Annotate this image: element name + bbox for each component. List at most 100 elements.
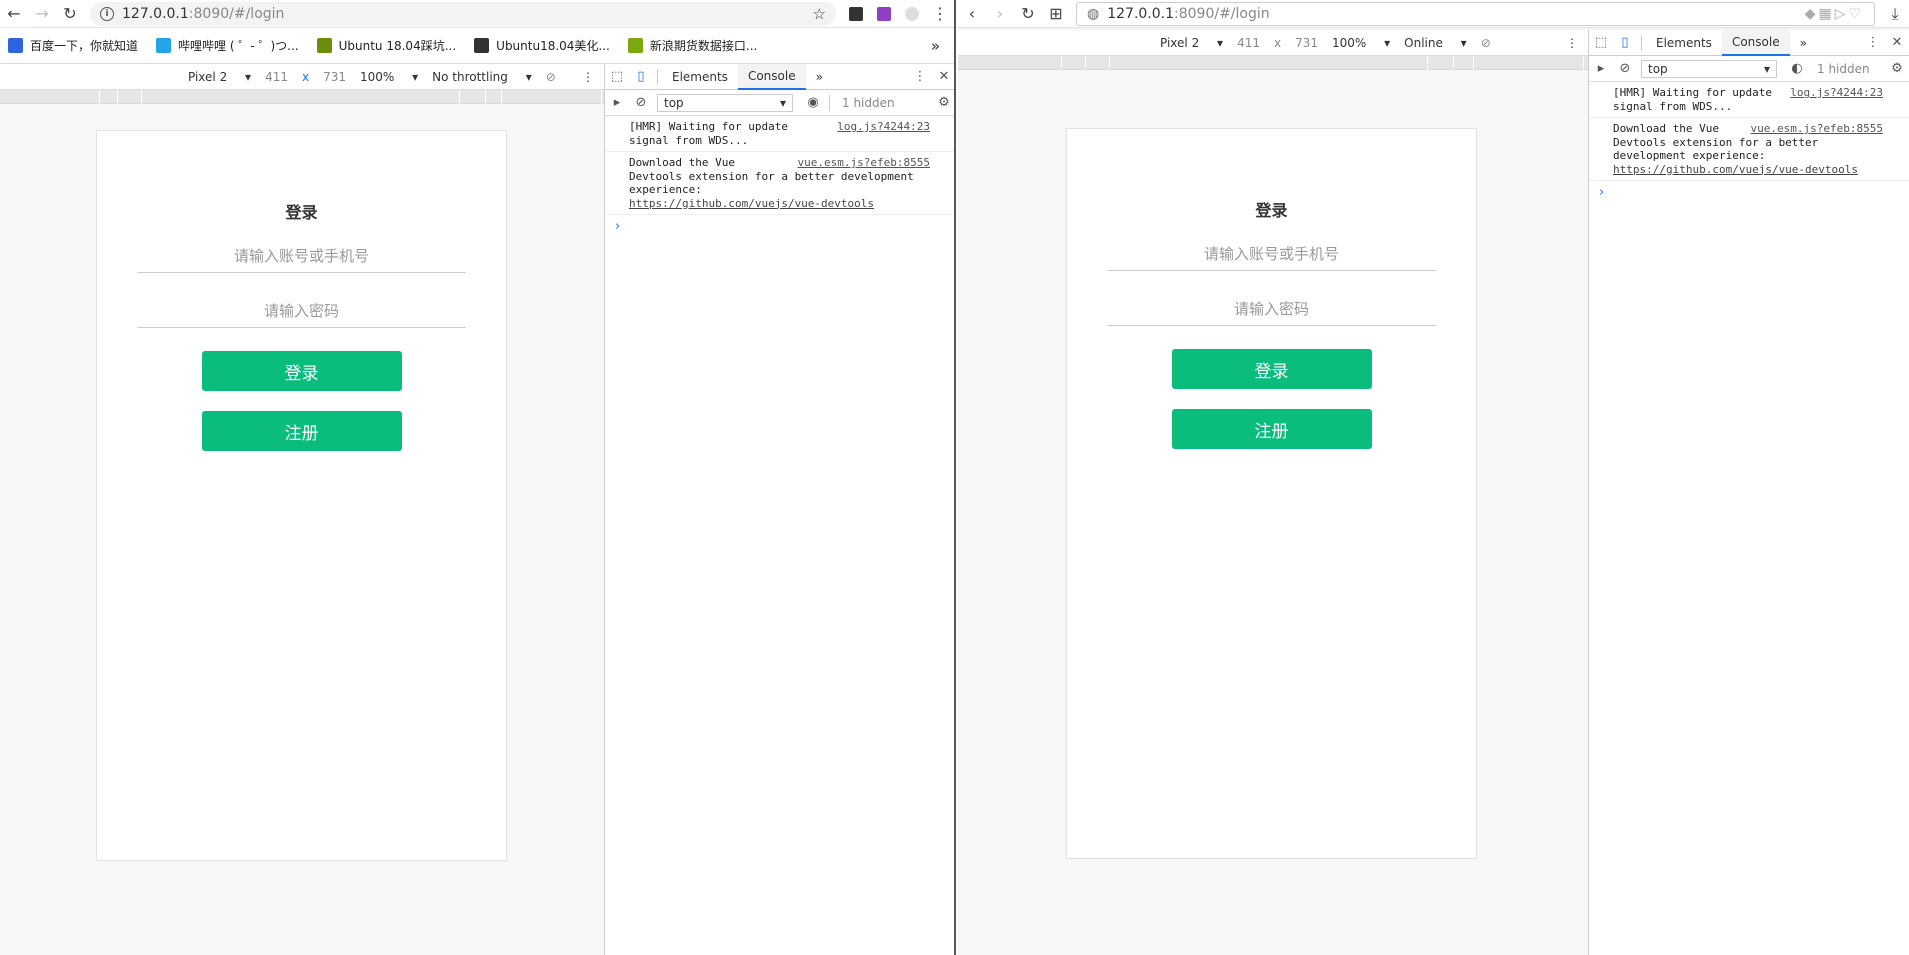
account-input[interactable]	[1107, 237, 1436, 271]
bookmark-item[interactable]: 哔哩哔哩 ( ゜- ゜)つ...	[156, 37, 299, 54]
zoom-select[interactable]: 100% ▾	[360, 70, 418, 84]
rotate-icon[interactable]: ⊘	[546, 70, 556, 84]
console-source-link[interactable]: log.js?4244:23	[1790, 86, 1883, 100]
extension-x-icon[interactable]	[849, 6, 863, 21]
url-field[interactable]: i 127.0.0.1:8090/#/login ☆	[90, 1, 836, 26]
login-button[interactable]: 登录	[1171, 349, 1372, 389]
device-more-icon[interactable]: ⋮	[1566, 36, 1578, 50]
device-toolbar: Pixel 2 ▾ 411 x 731 100% ▾ Online ▾ ⊘ ⋮	[958, 30, 1588, 56]
device-height[interactable]: 731	[1295, 36, 1318, 50]
context-select[interactable]: top ▾	[1641, 59, 1777, 78]
media-query-bar[interactable]	[0, 90, 604, 104]
bookmarks-more-icon[interactable]: »	[931, 37, 940, 55]
throttle-select[interactable]: Online ▾	[1404, 36, 1467, 50]
devtools-menu-icon[interactable]: ⋮	[908, 65, 932, 89]
console-prompt[interactable]: ›	[605, 215, 954, 238]
reload-icon[interactable]: ↻	[56, 0, 84, 28]
device-height[interactable]: 731	[323, 70, 346, 84]
tabs-more[interactable]: »	[1790, 30, 1817, 56]
eye-icon[interactable]: ◉	[801, 91, 825, 115]
console-prompt[interactable]: ›	[1589, 181, 1909, 204]
clear-console-icon[interactable]: ⊘	[629, 91, 653, 115]
eye-icon[interactable]: ◐	[1785, 57, 1809, 81]
device-more-icon[interactable]: ⋮	[582, 70, 594, 84]
console-source-link[interactable]: vue.esm.js?efeb:8555	[1751, 122, 1883, 136]
tabs-more[interactable]: »	[806, 64, 833, 90]
bookmark-item[interactable]: 百度一下，你就知道	[8, 37, 138, 54]
y-icon	[316, 38, 332, 53]
console-message-link[interactable]: https://github.com/vuejs/vue-devtools	[1613, 163, 1858, 176]
extension-runner-icon[interactable]	[905, 6, 919, 21]
login-button[interactable]: 登录	[201, 351, 402, 391]
context-select[interactable]: top ▾	[657, 93, 793, 112]
throttle-select[interactable]: No throttling ▾	[432, 70, 532, 84]
console-source-link[interactable]: log.js?4244:23	[837, 120, 930, 134]
device-toolbar: Pixel 2 ▾ 411 x 731 100% ▾ No throttling…	[0, 64, 604, 90]
zoom-select[interactable]: 100% ▾	[1332, 36, 1390, 50]
bookmark-label: Ubuntu 18.04踩坑...	[338, 39, 457, 53]
devtools-menu-icon[interactable]: ⋮	[1861, 31, 1885, 55]
devtools-close-icon[interactable]: ✕	[1885, 31, 1909, 55]
hidden-count[interactable]: 1 hidden	[1817, 62, 1870, 76]
tab-console[interactable]: Console	[1721, 29, 1790, 56]
console-message-link[interactable]: https://github.com/vuejs/vue-devtools	[629, 197, 874, 210]
bookmark-item[interactable]: 新浪期货数据接口...	[627, 37, 757, 54]
bookmarks-bar: 百度一下，你就知道 哔哩哔哩 ( ゜- ゜)つ... Ubuntu 18.04踩坑.…	[0, 28, 954, 64]
devtools-panel: ⬚ ▯ Elements Console » ⋮ ✕ ▸ ⊘ top ▾ ◉ 1 …	[604, 63, 954, 955]
console-message: [HMR] Waiting for update signal from WDS…	[605, 116, 954, 152]
right-browser-window: ‹ › ↻ ⊞ ◍ 127.0.0.1:8090/#/login ◆▦▷♡ ⤓ …	[958, 0, 1909, 955]
device-width[interactable]: 411	[1237, 36, 1260, 50]
login-title: 登录	[285, 203, 318, 222]
password-input[interactable]	[137, 294, 466, 328]
console-messages: [HMR] Waiting for update signal from WDS…	[1589, 82, 1909, 181]
tv-icon	[156, 38, 172, 53]
forward-icon[interactable]: →	[28, 0, 56, 28]
info-icon[interactable]: i	[100, 6, 114, 21]
device-select[interactable]: Pixel 2 ▾	[1160, 36, 1223, 50]
inspect-icon[interactable]: ⬚	[605, 65, 629, 89]
address-bar: ← → ↻ i 127.0.0.1:8090/#/login ☆ ⋮	[0, 0, 954, 28]
download-icon[interactable]: ⤓	[1881, 0, 1909, 28]
viewport: 登录 登录 注册	[958, 70, 1588, 955]
device-select[interactable]: Pixel 2 ▾	[188, 70, 251, 84]
media-query-bar[interactable]	[958, 56, 1588, 70]
register-button[interactable]: 注册	[1171, 409, 1372, 449]
console-source-link[interactable]: vue.esm.js?efeb:8555	[798, 156, 930, 170]
forward-icon[interactable]: ›	[986, 0, 1014, 28]
register-button[interactable]: 注册	[201, 411, 402, 451]
sidebar-toggle-icon[interactable]: ▸	[605, 91, 629, 115]
tab-console[interactable]: Console	[737, 63, 806, 90]
account-input[interactable]	[137, 239, 466, 273]
console-settings-icon[interactable]: ⚙	[932, 91, 954, 115]
tab-elements[interactable]: Elements	[1646, 30, 1722, 56]
bookmark-item[interactable]: Ubuntu 18.04踩坑...	[316, 37, 457, 54]
sidebar-toggle-icon[interactable]: ▸	[1589, 57, 1613, 81]
console-message-text: [HMR] Waiting for update signal from WDS…	[1613, 86, 1772, 113]
extension-icons[interactable]: ◆▦▷♡	[1805, 6, 1864, 22]
apps-icon[interactable]: ⊞	[1042, 0, 1070, 28]
bookmark-item[interactable]: Ubuntu18.04美化...	[474, 37, 610, 54]
url-field[interactable]: ◍ 127.0.0.1:8090/#/login ◆▦▷♡	[1076, 1, 1875, 26]
menu-icon[interactable]: ⋮	[926, 0, 954, 28]
back-icon[interactable]: ←	[0, 0, 28, 28]
reload-icon[interactable]: ↻	[1014, 0, 1042, 28]
rotate-icon[interactable]: ⊘	[1481, 36, 1491, 50]
star-icon[interactable]: ☆	[813, 5, 826, 23]
console-toolbar: ▸ ⊘ top ▾ ◐ 1 hidden ⚙	[1589, 56, 1909, 82]
back-icon[interactable]: ‹	[958, 0, 986, 28]
device-toggle-icon[interactable]: ▯	[1613, 31, 1637, 55]
dimension-separator: x	[1273, 35, 1282, 50]
clear-console-icon[interactable]: ⊘	[1613, 57, 1637, 81]
devtools-close-icon[interactable]: ✕	[932, 65, 954, 89]
login-title: 登录	[1255, 201, 1288, 220]
console-settings-icon[interactable]: ⚙	[1885, 57, 1909, 81]
console-messages: [HMR] Waiting for update signal from WDS…	[605, 116, 954, 215]
tab-elements[interactable]: Elements	[662, 64, 738, 90]
device-toggle-icon[interactable]: ▯	[629, 65, 653, 89]
password-input[interactable]	[1107, 292, 1436, 326]
hidden-count[interactable]: 1 hidden	[842, 96, 895, 110]
bookmark-label: 哔哩哔哩 ( ゜- ゜)つ...	[178, 39, 299, 53]
inspect-icon[interactable]: ⬚	[1589, 31, 1613, 55]
device-width[interactable]: 411	[265, 70, 288, 84]
extension-rp-icon[interactable]	[877, 6, 891, 21]
